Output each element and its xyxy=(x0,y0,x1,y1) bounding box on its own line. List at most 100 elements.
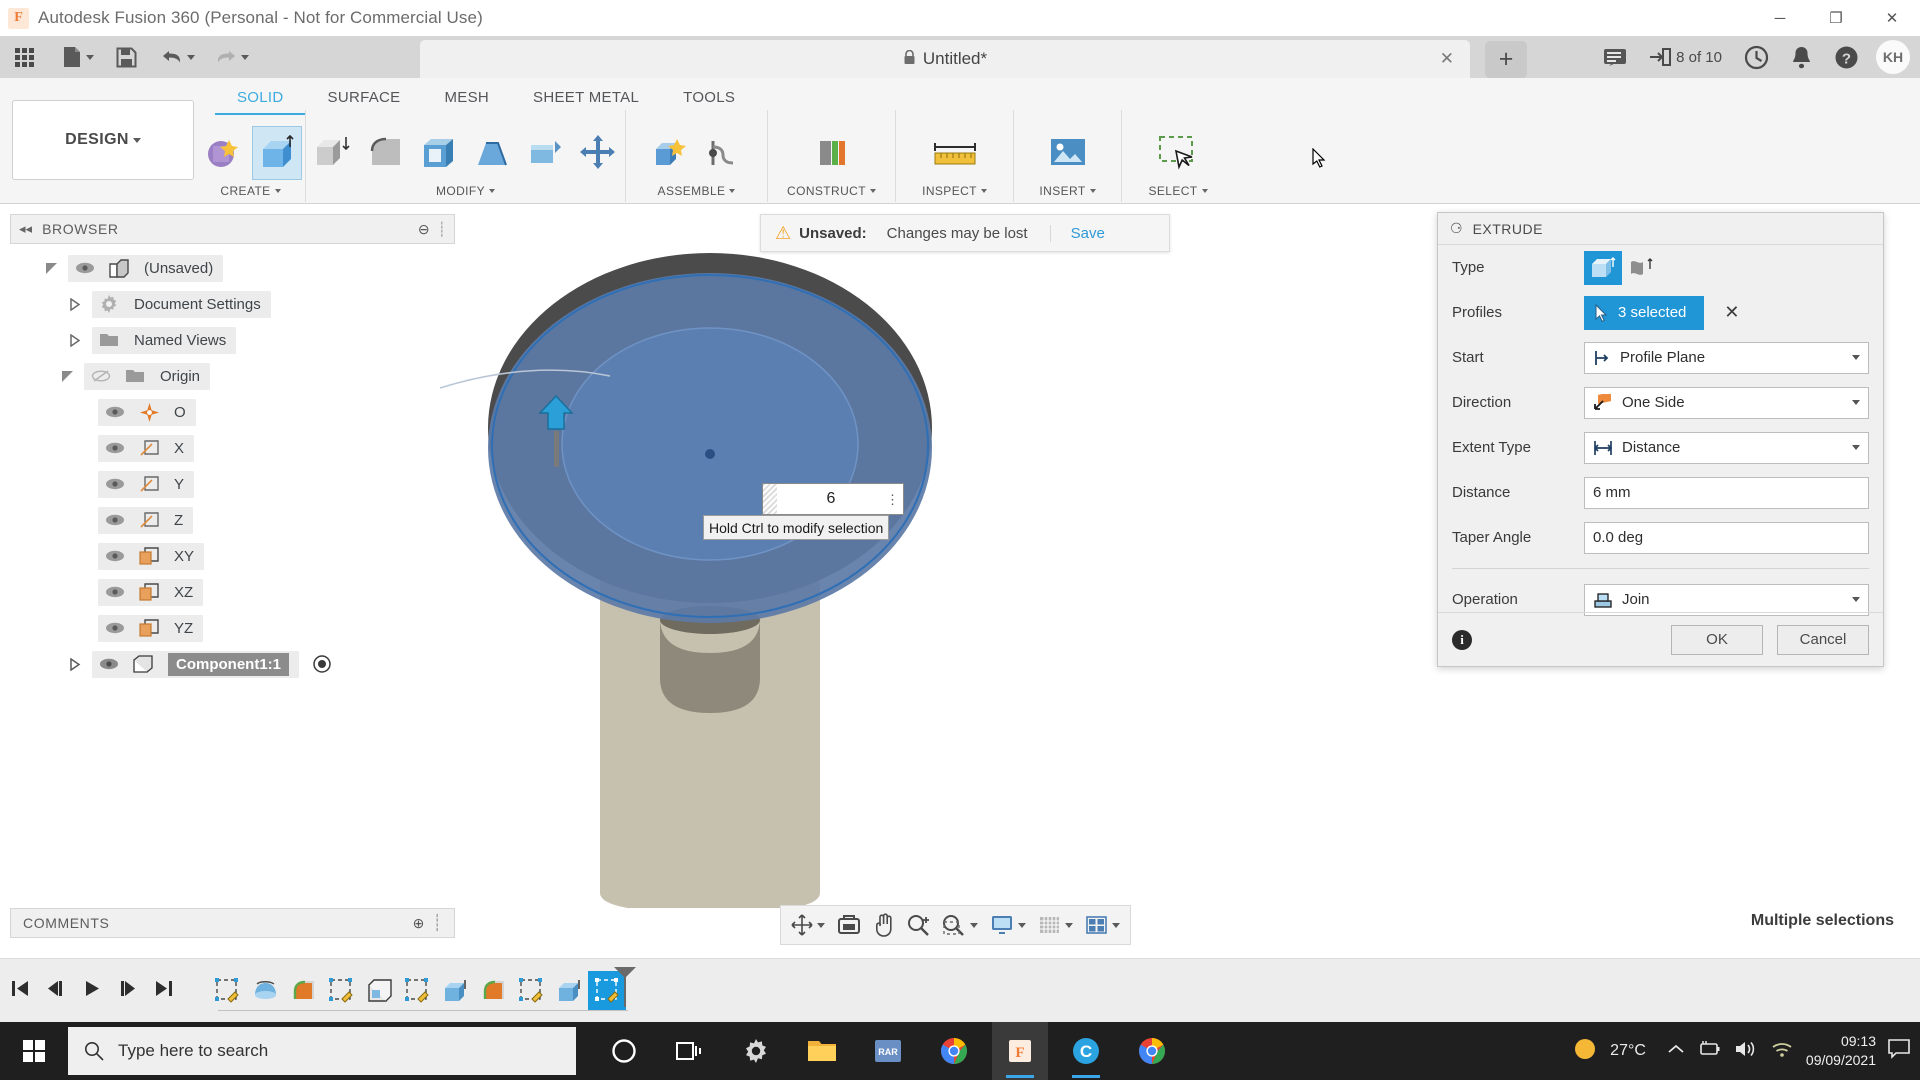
save-button[interactable] xyxy=(109,40,144,74)
expand-arrow-right-icon[interactable] xyxy=(58,333,92,347)
taper-angle-input[interactable]: 0.0 deg xyxy=(1584,521,1869,554)
timeline-fillet-icon[interactable] xyxy=(474,971,512,1011)
distance-input[interactable]: 6 mm xyxy=(1584,476,1869,509)
tree-item-xy-plane[interactable]: XY xyxy=(10,538,455,574)
move-copy-icon[interactable] xyxy=(573,126,623,180)
press-pull-icon[interactable] xyxy=(308,126,358,180)
ribbon-group-construct-label[interactable]: CONSTRUCT xyxy=(787,184,876,202)
profiles-selection-button[interactable]: 3 selected xyxy=(1584,295,1705,330)
visibility-eye-icon[interactable] xyxy=(98,586,132,598)
clear-selection-icon[interactable]: ✕ xyxy=(1724,302,1739,323)
joint-icon[interactable] xyxy=(698,126,748,180)
browser-minimize-icon[interactable]: ⊖ xyxy=(418,221,430,238)
search-input[interactable]: Type here to search xyxy=(68,1027,576,1075)
file-explorer-icon[interactable] xyxy=(794,1022,850,1080)
new-component-icon[interactable] xyxy=(645,126,695,180)
documents-count[interactable]: 8 of 10 xyxy=(1638,47,1733,67)
start-dropdown[interactable]: Profile Plane xyxy=(1584,341,1869,374)
close-tab-icon[interactable]: ✕ xyxy=(1440,49,1454,69)
play-button[interactable] xyxy=(82,979,102,1003)
zoom-window-icon[interactable] xyxy=(936,907,984,943)
recent-activity-icon[interactable] xyxy=(1733,45,1780,70)
undo-button[interactable] xyxy=(154,40,202,74)
timeline-marker[interactable] xyxy=(612,965,638,1007)
offset-plane-icon[interactable] xyxy=(807,126,857,180)
drag-handle[interactable] xyxy=(763,484,777,514)
timeline-shell-icon[interactable] xyxy=(360,971,398,1011)
new-file-button[interactable] xyxy=(55,40,101,74)
zoom-icon[interactable] xyxy=(901,907,936,943)
tree-item-z-axis[interactable]: Z xyxy=(10,502,455,538)
direction-dropdown[interactable]: One Side xyxy=(1584,386,1869,419)
timeline-fillet-icon[interactable] xyxy=(284,971,322,1011)
tree-item-origin-point[interactable]: O xyxy=(10,394,455,430)
go-to-end-button[interactable] xyxy=(154,979,174,1003)
shell-icon[interactable] xyxy=(414,126,464,180)
grid-snap-icon[interactable] xyxy=(1032,907,1079,943)
visibility-hidden-eye-icon[interactable] xyxy=(84,369,118,383)
activate-component-icon[interactable] xyxy=(305,655,339,673)
orbit-icon[interactable] xyxy=(785,907,831,943)
step-forward-button[interactable] xyxy=(118,979,138,1003)
visibility-eye-icon[interactable] xyxy=(92,658,126,670)
fillet-icon[interactable] xyxy=(361,126,411,180)
expand-arrow-right-icon[interactable] xyxy=(58,297,92,311)
expand-arrow-right-icon[interactable] xyxy=(58,657,92,671)
draft-icon[interactable] xyxy=(467,126,517,180)
comments-panel-icon[interactable] xyxy=(1592,47,1638,68)
tree-item-xz-plane[interactable]: XZ xyxy=(10,574,455,610)
ribbon-group-modify-label[interactable]: MODIFY xyxy=(436,184,496,202)
cancel-button[interactable]: Cancel xyxy=(1777,624,1869,655)
timeline-sketch-icon[interactable] xyxy=(208,971,246,1011)
type-surface-button[interactable] xyxy=(1622,251,1660,285)
visibility-eye-icon[interactable] xyxy=(98,622,132,634)
tree-item-y-axis[interactable]: Y xyxy=(10,466,455,502)
visibility-eye-icon[interactable] xyxy=(98,478,132,490)
comments-resize-grip[interactable]: ┊ xyxy=(432,913,442,933)
timeline-sketch-icon[interactable] xyxy=(322,971,360,1011)
visibility-eye-icon[interactable] xyxy=(98,550,132,562)
insert-image-icon[interactable] xyxy=(1043,126,1093,180)
viewports-icon[interactable] xyxy=(1079,907,1126,943)
winrar-icon[interactable]: RAR xyxy=(860,1022,916,1080)
workspace-selector[interactable]: DESIGN xyxy=(12,100,194,180)
browser-resize-grip[interactable]: ┊ xyxy=(438,221,446,238)
tree-item-unsaved[interactable]: (Unsaved) xyxy=(10,250,455,286)
select-icon[interactable] xyxy=(1153,126,1203,180)
ribbon-group-create-label[interactable]: CREATE xyxy=(220,184,281,202)
action-center-icon[interactable] xyxy=(1888,1038,1910,1064)
info-icon[interactable]: i xyxy=(1452,629,1472,650)
go-to-start-button[interactable] xyxy=(10,979,30,1003)
collapse-browser-icon[interactable]: ◂◂ xyxy=(19,221,32,237)
dimension-value[interactable]: 6 xyxy=(777,490,885,508)
cortana-icon[interactable] xyxy=(596,1022,652,1080)
user-avatar[interactable]: KH xyxy=(1876,40,1910,74)
minimize-button[interactable]: ─ xyxy=(1752,0,1808,36)
save-link[interactable]: Save xyxy=(1049,224,1105,242)
tree-item-document-settings[interactable]: Document Settings xyxy=(10,286,455,322)
app-grid-icon[interactable] xyxy=(8,40,41,74)
tree-item-component1[interactable]: Component1:1 xyxy=(10,646,455,682)
display-settings-icon[interactable] xyxy=(984,907,1032,943)
timeline-extrude-icon[interactable] xyxy=(436,971,474,1011)
document-tab[interactable]: Untitled* ✕ xyxy=(420,40,1470,78)
step-back-button[interactable] xyxy=(46,979,66,1003)
add-comment-icon[interactable]: ⊕ xyxy=(413,915,425,932)
ribbon-group-assemble-label[interactable]: ASSEMBLE xyxy=(658,184,736,202)
visibility-eye-icon[interactable] xyxy=(98,406,132,418)
extrude-icon[interactable] xyxy=(252,126,302,180)
visibility-eye-icon[interactable] xyxy=(98,442,132,454)
tree-item-named-views[interactable]: Named Views xyxy=(10,322,455,358)
ribbon-group-select-label[interactable]: SELECT xyxy=(1148,184,1208,202)
timeline-sketch-icon[interactable] xyxy=(512,971,550,1011)
clock[interactable]: 09:13 09/09/2021 xyxy=(1806,1032,1876,1070)
dimension-input[interactable]: 6 ⋮ xyxy=(762,483,904,515)
type-solid-button[interactable] xyxy=(1584,250,1622,285)
scale-icon[interactable] xyxy=(520,126,570,180)
wifi-icon[interactable] xyxy=(1770,1039,1794,1064)
battery-icon[interactable] xyxy=(1696,1040,1722,1063)
new-document-tab-button[interactable]: + xyxy=(1485,41,1527,78)
timeline-revolve-icon[interactable] xyxy=(246,971,284,1011)
extent-type-dropdown[interactable]: Distance xyxy=(1584,431,1869,464)
new-sketch-icon[interactable] xyxy=(199,126,249,180)
